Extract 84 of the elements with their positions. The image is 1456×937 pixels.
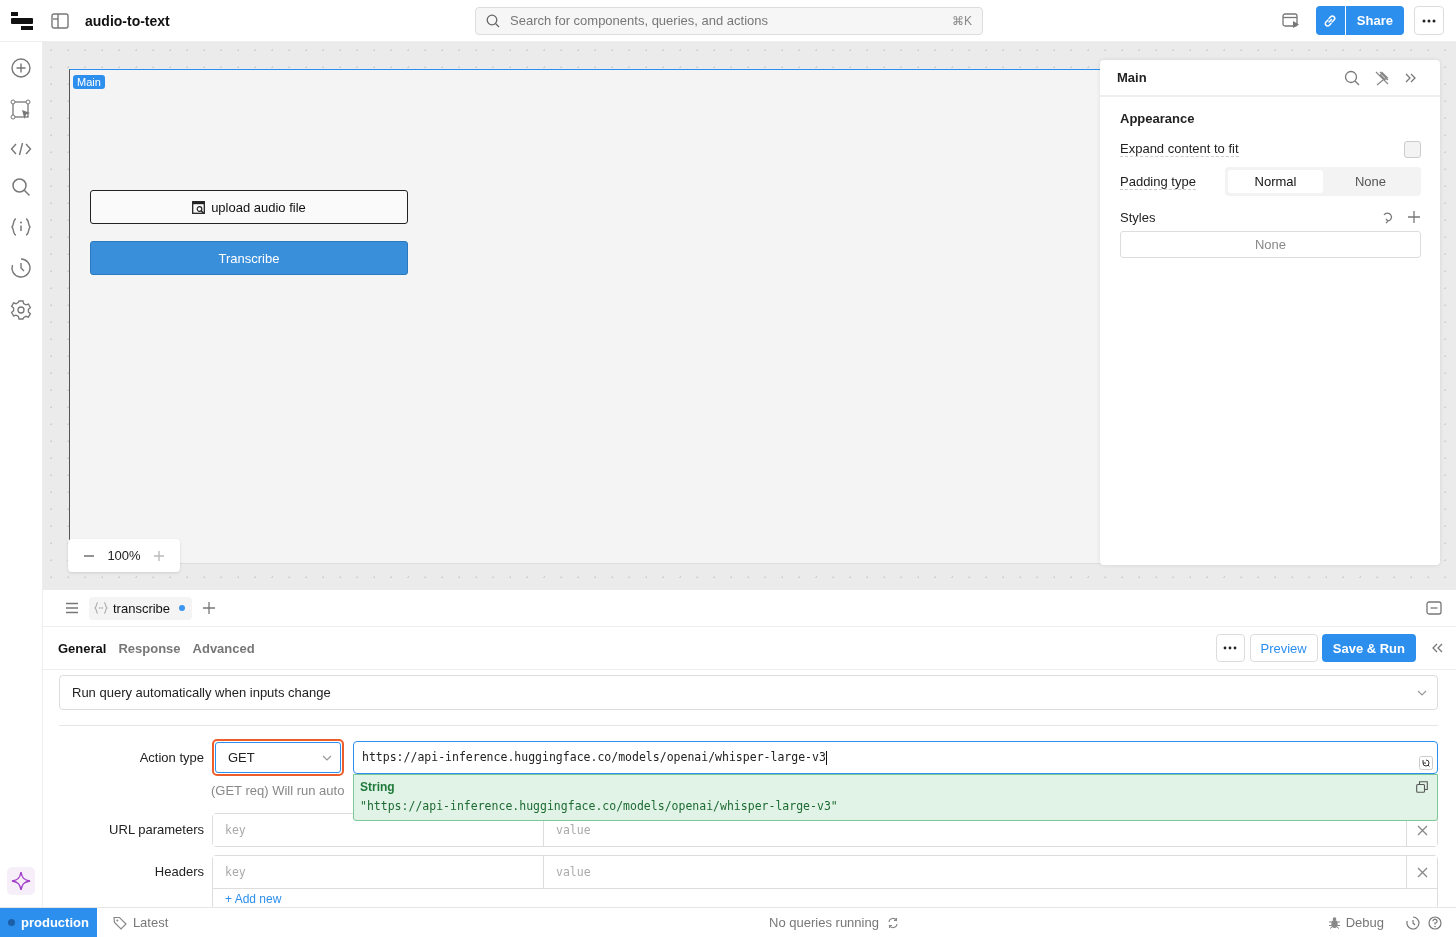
value-type: String (360, 780, 395, 794)
code-icon[interactable] (10, 141, 32, 157)
inspector-title: Main (1117, 70, 1148, 85)
add-row-link[interactable]: + Add new (213, 888, 1437, 907)
tag-icon (112, 915, 127, 930)
editor-tab[interactable]: Response (114, 640, 185, 656)
upload-button[interactable]: upload audio file (90, 190, 408, 224)
expand-label: Expand content to fit (1120, 141, 1239, 157)
menu-icon[interactable] (65, 602, 79, 614)
padding-label: Padding type (1120, 173, 1196, 190)
file-search-icon (192, 200, 206, 214)
editor-tab[interactable]: General (54, 640, 111, 656)
add-icon[interactable] (10, 57, 32, 79)
sidebar-toggle-icon[interactable] (51, 12, 69, 29)
value-preview: "https://api-inference.huggingface.co/models/openai/whisper-large-v3" (360, 799, 839, 813)
history-icon[interactable] (10, 257, 32, 279)
transcribe-button[interactable]: Transcribe (90, 241, 408, 275)
copy-link-button[interactable] (1315, 6, 1345, 35)
preview-app-icon[interactable] (1281, 12, 1300, 29)
field-label: Action type (138, 750, 204, 765)
padding-option[interactable]: Normal (1228, 170, 1323, 193)
debug-button[interactable]: Debug (1321, 914, 1390, 931)
key-value-table[interactable]: key value + Add new (212, 855, 1438, 907)
query-tab[interactable]: transcribe (89, 596, 193, 620)
method-select[interactable]: GET (215, 742, 341, 773)
key-value-table[interactable]: key value (212, 813, 1438, 847)
minimize-icon[interactable] (1426, 601, 1442, 615)
share-button[interactable]: Share (1345, 6, 1404, 35)
section-title: Appearance (1120, 111, 1196, 126)
search-icon[interactable] (1344, 69, 1360, 86)
more-icon (1422, 18, 1436, 23)
more-button[interactable] (1414, 6, 1444, 35)
zoom-level: 100% (107, 548, 141, 563)
styles-field[interactable]: None (1120, 231, 1421, 258)
editor-tab[interactable]: Advanced (188, 640, 259, 656)
add-icon[interactable] (202, 601, 217, 615)
help-icon[interactable] (1428, 915, 1442, 930)
hint-text: (GET req) Will run auto (211, 783, 345, 798)
padding-option[interactable]: None (1323, 170, 1418, 193)
search-icon (486, 13, 500, 28)
history-icon[interactable] (1406, 915, 1420, 930)
styles-label: Styles (1120, 209, 1156, 225)
unpin-icon[interactable] (1374, 69, 1390, 86)
variable-icon[interactable] (10, 217, 32, 237)
frame-label: Main (73, 75, 105, 89)
collapse-icon[interactable] (1430, 642, 1444, 654)
add-icon[interactable] (1407, 210, 1421, 224)
save-run-button[interactable]: Save & Run (1321, 634, 1416, 662)
environment-button[interactable]: production (0, 907, 97, 937)
preview-button[interactable]: Preview (1249, 634, 1318, 662)
search-bar[interactable]: Search for components, queries, and actions ⌘K (475, 6, 983, 35)
chevron-down-icon (322, 754, 332, 761)
app-title: audio-to-text (85, 12, 171, 29)
url-field[interactable]: https://api-inference.huggingface.co/models/openai/whisper-large-v3 (353, 741, 1438, 774)
refresh-icon[interactable] (886, 916, 899, 929)
link-icon (1322, 12, 1339, 29)
expand-checkbox[interactable] (1404, 140, 1421, 158)
assistant-button[interactable] (7, 867, 35, 895)
copy-icon[interactable] (1416, 781, 1428, 793)
select-icon[interactable] (10, 99, 32, 121)
chevron-down-icon (1417, 689, 1427, 696)
settings-icon[interactable] (10, 299, 32, 321)
collapse-icon[interactable] (1404, 71, 1418, 84)
sparkle-icon (11, 871, 31, 891)
bug-icon (1327, 916, 1341, 929)
logo-icon[interactable] (11, 11, 33, 30)
query-name: transcribe (113, 600, 171, 616)
more-icon (1223, 646, 1237, 650)
key-field[interactable]: key (213, 856, 544, 888)
expand-icon[interactable] (1419, 755, 1433, 770)
trigger-select[interactable]: Run query automatically when inputs change (59, 675, 1438, 710)
version-button[interactable]: Latest (106, 914, 175, 931)
shortcut-hint: ⌘K (952, 13, 972, 28)
close-icon (1416, 824, 1428, 836)
search-icon[interactable] (11, 177, 31, 197)
queries-status: No queries running (769, 915, 879, 930)
refresh-icon[interactable] (1381, 210, 1395, 224)
field-label: URL parameters (108, 822, 204, 837)
field-label: Headers (153, 864, 204, 879)
close-icon (1416, 866, 1428, 878)
query-icon (94, 601, 108, 615)
more-button[interactable] (1215, 634, 1245, 662)
search-field[interactable]: Search for components, queries, and actions (508, 12, 944, 29)
status-dot-icon (8, 919, 15, 926)
